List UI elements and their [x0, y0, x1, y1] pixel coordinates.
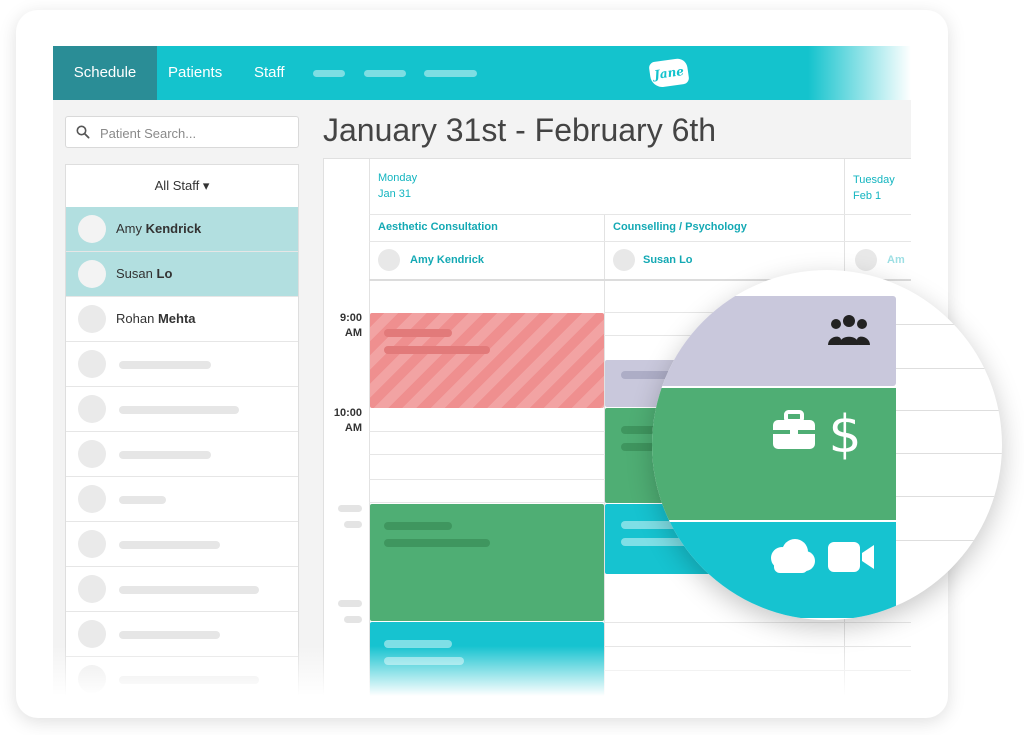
- time-placeholder: [338, 600, 362, 607]
- appointment-text-bar: [384, 346, 490, 354]
- slot-line: [896, 410, 1002, 411]
- nav-staff[interactable]: Staff: [254, 46, 285, 100]
- staff-row-placeholder[interactable]: [66, 432, 298, 477]
- practitioner-avatar: [855, 249, 877, 271]
- nav-schedule[interactable]: Schedule: [53, 46, 157, 100]
- staff-row-placeholder[interactable]: [66, 387, 298, 432]
- practitioner-avatar: [613, 249, 635, 271]
- slot-line: [896, 453, 1002, 454]
- placeholder-bar: [119, 586, 259, 594]
- all-staff-dropdown[interactable]: All Staff ▾: [66, 165, 298, 208]
- placeholder-bar: [119, 451, 211, 459]
- avatar: [78, 395, 106, 423]
- avatar: [78, 620, 106, 648]
- top-nav-bar: Schedule Patients Staff Jane: [53, 46, 911, 100]
- practitioner-amy-kendrick[interactable]: Amy Kendrick: [410, 254, 484, 266]
- placeholder-bar: [119, 361, 211, 369]
- staff-row-susan-lo[interactable]: Susan Lo: [66, 252, 298, 297]
- nav-placeholder-pill: [424, 70, 477, 77]
- appointment-text-bar: [384, 329, 452, 337]
- staff-row-placeholder[interactable]: [66, 342, 298, 387]
- row-divider: [369, 214, 911, 215]
- time-placeholder: [344, 616, 362, 623]
- appointment-text-bar: [384, 539, 490, 547]
- patient-search[interactable]: [65, 116, 299, 148]
- zoom-telehealth-appointment[interactable]: [652, 522, 896, 618]
- placeholder-bar: [119, 406, 239, 414]
- zoom-billing-appointment[interactable]: $: [652, 388, 896, 520]
- svg-text:$: $: [828, 405, 861, 462]
- time-label-10am: 10:00 AM: [333, 407, 362, 434]
- staff-name: Rohan Mehta: [116, 311, 196, 326]
- discipline-aesthetic: Aesthetic Consultation: [378, 221, 498, 233]
- time-placeholder: [344, 521, 362, 528]
- magnifier-zoom: $: [652, 270, 1002, 620]
- day-header-tuesday[interactable]: Tuesday Feb 1: [853, 172, 895, 204]
- time-label-9am: 9:00 AM: [339, 312, 362, 339]
- staff-row-amy-kendrick[interactable]: Amy Kendrick: [66, 207, 298, 252]
- slot-line: [896, 540, 1002, 541]
- discipline-counselling: Counselling / Psychology: [613, 221, 747, 233]
- briefcase-icon: [773, 410, 815, 449]
- bottom-fade: [53, 646, 911, 696]
- placeholder-bar: [119, 631, 220, 639]
- appointment-blocked[interactable]: [370, 313, 604, 408]
- slot-line: [896, 324, 1002, 325]
- jane-logo: Jane: [648, 57, 690, 89]
- avatar: [78, 260, 106, 288]
- avatar: [78, 350, 106, 378]
- nav-placeholder-pill: [364, 70, 406, 77]
- nav-patients[interactable]: Patients: [168, 46, 222, 100]
- zoom-group-appointment[interactable]: [652, 296, 896, 386]
- placeholder-bar: [119, 541, 220, 549]
- nav-placeholder-pill: [313, 70, 345, 77]
- appointment-green[interactable]: [370, 504, 604, 621]
- staff-name: Amy Kendrick: [116, 221, 202, 236]
- dollar-icon: $: [828, 405, 861, 462]
- practitioner-susan-lo[interactable]: Susan Lo: [643, 254, 693, 266]
- avatar: [78, 305, 106, 333]
- slot-line: [604, 622, 911, 623]
- avatar: [78, 485, 106, 513]
- day-header-monday[interactable]: Monday Jan 31: [378, 170, 417, 202]
- staff-list-panel: All Staff ▾ Amy Kendrick Susan Lo Rohan …: [65, 164, 299, 696]
- slot-line: [896, 368, 1002, 369]
- staff-row-placeholder[interactable]: [66, 567, 298, 612]
- row-divider: [369, 241, 911, 242]
- page-title: January 31st - February 6th: [323, 112, 717, 148]
- appointment-text-bar: [384, 522, 452, 530]
- search-input[interactable]: [98, 123, 292, 143]
- search-icon: [76, 125, 90, 139]
- avatar: [78, 575, 106, 603]
- video-camera-icon: [828, 542, 874, 572]
- avatar: [78, 530, 106, 558]
- staff-name: Susan Lo: [116, 266, 173, 281]
- placeholder-bar: [119, 496, 166, 504]
- avatar: [78, 215, 106, 243]
- avatar: [78, 440, 106, 468]
- cloud-icon: [771, 539, 815, 573]
- slot-line: [896, 496, 1002, 497]
- practitioner-avatar: [378, 249, 400, 271]
- staff-row-placeholder[interactable]: [66, 477, 298, 522]
- time-placeholder: [338, 505, 362, 512]
- group-icon: [828, 315, 870, 345]
- staff-row-rohan-mehta[interactable]: Rohan Mehta: [66, 297, 298, 342]
- staff-row-placeholder[interactable]: [66, 522, 298, 567]
- practitioner-partial[interactable]: Am: [887, 254, 905, 266]
